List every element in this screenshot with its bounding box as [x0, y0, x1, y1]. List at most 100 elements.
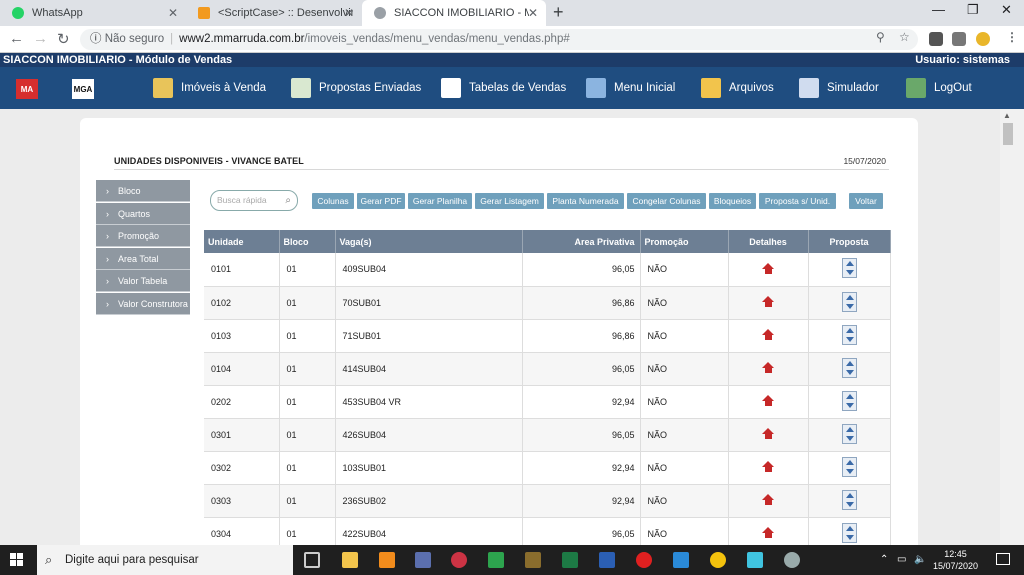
proposal-stepper-icon[interactable] — [841, 522, 857, 543]
scroll-up-icon[interactable]: ▲ — [1003, 111, 1011, 120]
green-app-icon[interactable] — [488, 552, 504, 568]
proposal-stepper-icon[interactable] — [841, 291, 857, 312]
opera-icon[interactable] — [636, 552, 652, 568]
close-icon[interactable]: ✕ — [168, 6, 178, 20]
proposal-stepper-icon[interactable] — [841, 258, 857, 279]
close-icon[interactable]: ✕ — [528, 6, 538, 20]
table-row[interactable]: 0101 01 409SUB04 96,05 NÃO — [204, 253, 891, 287]
app-icon[interactable] — [784, 552, 800, 568]
house-details-icon[interactable] — [761, 296, 775, 307]
new-tab-button[interactable]: + — [553, 2, 564, 23]
network-icon[interactable]: ▭ — [897, 554, 906, 565]
congelar-colunas-button[interactable]: Congelar Colunas — [627, 193, 706, 209]
house-details-icon[interactable] — [761, 527, 775, 538]
reload-icon[interactable]: ↻ — [57, 30, 70, 48]
proposal-stepper-icon[interactable] — [841, 324, 857, 345]
paint-icon[interactable] — [451, 552, 467, 568]
excel-icon[interactable] — [562, 552, 578, 568]
planta-numerada-button[interactable]: Planta Numerada — [547, 193, 624, 209]
colunas-button[interactable]: Colunas — [312, 193, 354, 209]
menu-propostas-enviadas[interactable]: Propostas Enviadas — [291, 75, 421, 101]
house-details-icon[interactable] — [761, 362, 775, 373]
house-details-icon[interactable] — [761, 329, 775, 340]
search-icon[interactable]: ⌕ — [285, 191, 291, 210]
table-row[interactable]: 0102 01 70SUB01 96,86 NÃO — [204, 286, 891, 320]
volume-icon[interactable]: 🔈 — [914, 554, 926, 565]
proposal-stepper-icon[interactable] — [841, 456, 857, 477]
menu-tabelas-vendas[interactable]: Tabelas de Vendas — [441, 75, 566, 101]
minimize-icon[interactable]: — — [932, 2, 945, 17]
filter-valor-construtora[interactable]: › Valor Construtora — [96, 292, 190, 315]
scrollbar-thumb[interactable] — [1003, 123, 1013, 145]
close-icon[interactable]: ✕ — [344, 6, 354, 20]
profile-avatar-icon[interactable] — [976, 32, 990, 46]
proposal-stepper-icon[interactable] — [841, 423, 857, 444]
bloqueios-button[interactable]: Bloqueios — [709, 193, 756, 209]
gerar-planilha-button[interactable]: Gerar Planilha — [408, 193, 472, 209]
back-icon[interactable]: ← — [9, 30, 24, 47]
signal-extension-icon[interactable] — [929, 32, 943, 46]
info-icon[interactable]: ⓘ — [90, 33, 102, 45]
menu-imoveis-venda[interactable]: Imóveis à Venda — [153, 75, 266, 101]
taskbar-clock[interactable]: 12:45 15/07/2020 — [933, 548, 978, 572]
zoom-icon[interactable]: ⚲ — [876, 30, 885, 44]
col-bloco[interactable]: Bloco — [279, 230, 336, 253]
house-details-icon[interactable] — [761, 428, 775, 439]
restore-icon[interactable]: ❐ — [967, 2, 979, 18]
proposal-stepper-icon[interactable] — [841, 489, 857, 510]
sublime-icon[interactable] — [379, 552, 395, 568]
table-row[interactable]: 0202 01 453SUB04 VR 92,94 NÃO — [204, 385, 891, 419]
mail-icon[interactable] — [673, 552, 689, 568]
table-row[interactable]: 0103 01 71SUB01 96,86 NÃO — [204, 319, 891, 353]
tab-siaccon[interactable]: SIACCON IMOBILIARIO - Módulo ✕ — [362, 0, 546, 26]
filter-quartos[interactable]: › Quartos — [96, 202, 190, 225]
tray-chevron-up-icon[interactable]: ⌃ — [880, 554, 888, 565]
tab-whatsapp[interactable]: WhatsApp ✕ — [0, 0, 186, 26]
chrome-icon[interactable] — [710, 552, 726, 568]
quick-search-input[interactable]: Busca rápida ⌕ — [210, 190, 298, 211]
filter-valor-tabela[interactable]: › Valor Tabela — [96, 270, 190, 293]
seven-app-icon[interactable] — [525, 552, 541, 568]
house-details-icon[interactable] — [761, 494, 775, 505]
puzzle-extension-icon[interactable] — [952, 32, 966, 46]
taskbar-search-input[interactable]: ⌕ Digite aqui para pesquisar — [37, 545, 293, 575]
table-row[interactable]: 0304 01 422SUB04 96,05 NÃO — [204, 517, 891, 545]
proposal-stepper-icon[interactable] — [841, 390, 857, 411]
tab-scriptcase[interactable]: <ScriptCase> :: Desenvolvimento ✕ — [186, 0, 362, 26]
forward-icon[interactable]: → — [33, 30, 48, 47]
file-explorer-icon[interactable] — [342, 552, 358, 568]
voltar-button[interactable]: Voltar — [849, 193, 883, 209]
bookmark-star-icon[interactable]: ☆ — [899, 30, 910, 44]
col-promocao[interactable]: Promoção — [640, 230, 729, 253]
proposta-sem-unidade-button[interactable]: Proposta s/ Unid. — [759, 193, 836, 209]
table-row[interactable]: 0301 01 426SUB04 96,05 NÃO — [204, 418, 891, 452]
table-row[interactable]: 0303 01 236SUB02 92,94 NÃO — [204, 484, 891, 518]
house-details-icon[interactable] — [761, 461, 775, 472]
proposal-stepper-icon[interactable] — [841, 357, 857, 378]
browser-menu-icon[interactable]: ⋮ — [1006, 30, 1018, 44]
house-details-icon[interactable] — [761, 395, 775, 406]
filter-bloco[interactable]: › Bloco — [96, 180, 190, 202]
col-vagas[interactable]: Vaga(s) — [335, 230, 523, 253]
dev-app-icon[interactable] — [747, 552, 763, 568]
gerar-pdf-button[interactable]: Gerar PDF — [357, 193, 405, 209]
url-field[interactable]: ⓘ Não seguro | www2.mmarruda.com.br/imovei… — [80, 29, 918, 50]
calculator-app-icon[interactable] — [415, 552, 431, 568]
menu-inicial[interactable]: Menu Inicial — [586, 75, 675, 101]
windows-start-icon[interactable] — [10, 553, 24, 567]
menu-simulador[interactable]: Simulador — [799, 75, 879, 101]
close-window-icon[interactable]: ✕ — [1001, 2, 1012, 18]
task-view-icon[interactable] — [304, 552, 320, 568]
table-row[interactable]: 0104 01 414SUB04 96,05 NÃO — [204, 352, 891, 386]
menu-arquivos[interactable]: Arquivos — [701, 75, 774, 101]
filter-area-total[interactable]: › Area Total — [96, 247, 190, 270]
filter-promocao[interactable]: › Promoção — [96, 225, 190, 248]
col-area-privativa[interactable]: Area Privativa — [522, 230, 641, 253]
menu-logout[interactable]: LogOut — [906, 75, 972, 101]
gerar-listagem-button[interactable]: Gerar Listagem — [475, 193, 544, 209]
word-icon[interactable] — [599, 552, 615, 568]
notifications-icon[interactable] — [996, 553, 1010, 565]
table-row[interactable]: 0302 01 103SUB01 92,94 NÃO — [204, 451, 891, 485]
house-details-icon[interactable] — [761, 262, 775, 274]
col-unidade[interactable]: Unidade — [204, 230, 280, 253]
